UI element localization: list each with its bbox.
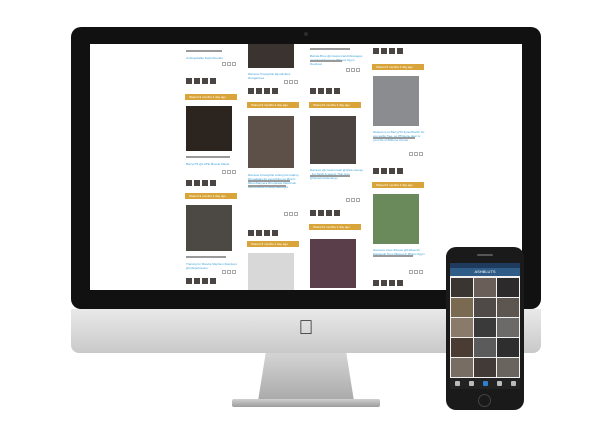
imac-stand bbox=[258, 353, 354, 401]
card-caption bbox=[248, 180, 290, 182]
card-thumbnails bbox=[248, 230, 278, 236]
shared-bar[interactable]: Shared 9 months 1 day ago bbox=[185, 193, 237, 199]
card-caption-text: Training for Muscle Mayhem #workout @rob… bbox=[186, 262, 237, 270]
card-thumbnails bbox=[373, 168, 403, 174]
shared-bar[interactable]: Shared 9 months 1 day ago bbox=[372, 64, 424, 70]
card-caption bbox=[310, 175, 350, 177]
card-caption-text: Barry279 @LUPE Muscle Mania bbox=[186, 162, 230, 166]
shared-bar[interactable]: Shared 9 months 1 day ago bbox=[247, 241, 299, 247]
grid-photo[interactable] bbox=[451, 358, 473, 377]
feed-photo[interactable] bbox=[186, 205, 232, 251]
card-action-icons[interactable] bbox=[409, 270, 423, 274]
grid-photo[interactable] bbox=[497, 338, 519, 357]
card-caption bbox=[186, 256, 226, 258]
card-thumbnails bbox=[186, 278, 216, 284]
tab-bar bbox=[450, 378, 520, 389]
activity-icon[interactable] bbox=[496, 381, 502, 386]
card-caption bbox=[248, 185, 286, 187]
app-nav-bar: ASHBLUTS bbox=[450, 268, 520, 276]
photo-grid bbox=[451, 278, 519, 377]
grid-photo[interactable] bbox=[497, 318, 519, 337]
feed-photo[interactable] bbox=[248, 253, 294, 290]
card-caption-text: Unforgettable Fight Rounds bbox=[186, 56, 223, 60]
grid-photo[interactable] bbox=[474, 358, 496, 377]
shared-bar[interactable]: Shared 9 months 1 day ago bbox=[372, 182, 424, 188]
grid-photo[interactable] bbox=[497, 278, 519, 297]
grid-photo[interactable] bbox=[451, 278, 473, 297]
apple-logo-icon:  bbox=[297, 317, 315, 339]
shared-bar[interactable]: Shared 9 months 1 day ago bbox=[247, 102, 299, 108]
card-thumbnails bbox=[310, 210, 340, 216]
grid-photo[interactable] bbox=[497, 358, 519, 377]
iphone-device: ASHBLUTS bbox=[446, 247, 524, 410]
card-thumbnails bbox=[373, 280, 403, 286]
search-icon[interactable] bbox=[468, 381, 474, 386]
feed-photo[interactable] bbox=[310, 116, 356, 164]
camera-icon bbox=[304, 32, 308, 36]
shared-bar[interactable]: Shared 9 months 1 day ago bbox=[185, 94, 237, 100]
profile-title: ASHBLUTS bbox=[474, 269, 496, 274]
feed-photo[interactable] bbox=[310, 239, 356, 288]
card-caption bbox=[310, 48, 350, 50]
camera-icon[interactable] bbox=[482, 381, 488, 386]
feed-photo[interactable] bbox=[186, 106, 232, 151]
card-action-icons[interactable] bbox=[222, 170, 236, 174]
shared-bar[interactable]: Shared 9 months 1 day ago bbox=[309, 102, 361, 108]
card-caption-text: #iamuse #muaythai #goodvibes #magazines bbox=[248, 72, 291, 80]
home-button[interactable] bbox=[478, 394, 491, 407]
shared-bar[interactable]: Shared 9 months 1 day ago bbox=[309, 224, 361, 230]
grid-photo[interactable] bbox=[474, 278, 496, 297]
home-icon[interactable] bbox=[454, 381, 460, 386]
speaker-grille bbox=[477, 254, 493, 256]
imac-stand-foot bbox=[232, 399, 380, 407]
card-caption-text: #welcome to Barry279 #yourWorld! So you … bbox=[373, 130, 425, 142]
grid-photo[interactable] bbox=[474, 338, 496, 357]
feed-photo[interactable] bbox=[373, 194, 419, 244]
card-thumbnails bbox=[310, 88, 340, 94]
grid-photo[interactable] bbox=[451, 298, 473, 317]
feed-photo[interactable] bbox=[373, 76, 419, 126]
card-action-icons[interactable] bbox=[409, 152, 423, 156]
card-thumbnails bbox=[186, 78, 216, 84]
card-thumbnails bbox=[186, 180, 216, 186]
card-caption bbox=[310, 60, 342, 62]
grid-photo[interactable] bbox=[474, 298, 496, 317]
card-thumbnails bbox=[248, 88, 278, 94]
card-caption bbox=[186, 156, 230, 158]
card-caption-text: #iamuse @crossrunwell @olivia cauxay - I… bbox=[310, 168, 363, 180]
card-thumbnails bbox=[373, 48, 403, 54]
grid-photo[interactable] bbox=[474, 318, 496, 337]
card-caption bbox=[373, 255, 413, 257]
card-caption bbox=[373, 137, 415, 139]
card-action-icons[interactable] bbox=[222, 62, 236, 66]
card-action-icons[interactable] bbox=[284, 80, 298, 84]
grid-photo[interactable] bbox=[497, 298, 519, 317]
card-action-icons[interactable] bbox=[346, 68, 360, 72]
iphone-screen: ASHBLUTS bbox=[450, 263, 520, 389]
profile-icon[interactable] bbox=[510, 381, 516, 386]
grid-photo[interactable] bbox=[451, 338, 473, 357]
card-action-icons[interactable] bbox=[346, 198, 360, 202]
grid-photo[interactable] bbox=[451, 318, 473, 337]
card-caption bbox=[186, 50, 222, 52]
card-action-icons[interactable] bbox=[284, 212, 298, 216]
feed-photo[interactable] bbox=[248, 44, 294, 68]
card-action-icons[interactable] bbox=[222, 270, 236, 274]
feed-photo[interactable] bbox=[248, 116, 294, 168]
